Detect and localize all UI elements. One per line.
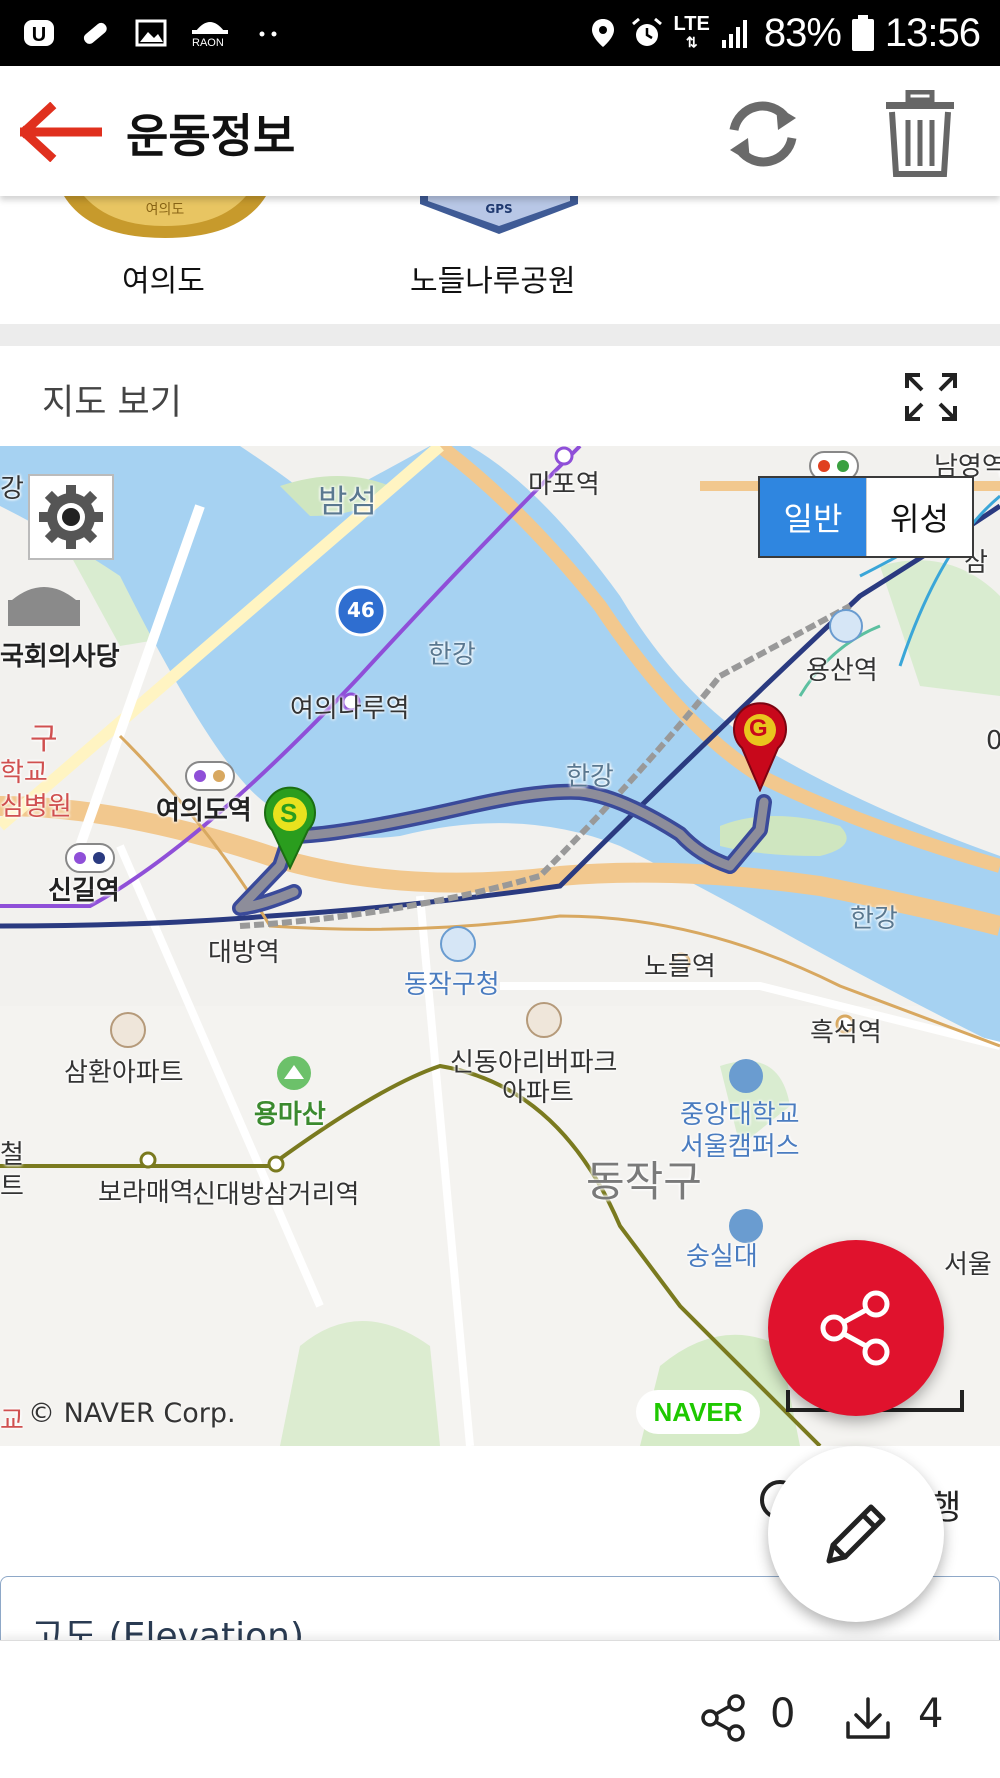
map-label-soongsil: 숭실대 <box>686 1242 758 1272</box>
map-label-mapo-station: 마포역 <box>528 470 600 500</box>
nodeul-park-shield-icon[interactable]: GPS <box>418 196 580 236</box>
naver-logo: NAVER <box>636 1390 760 1434</box>
gear-icon <box>39 485 103 549</box>
yeouido-medal-icon[interactable]: 여의도 <box>60 196 270 238</box>
map-label-samhwan-apt: 삼환아파트 <box>64 1058 184 1088</box>
map-type-toggle: 일반 위성 <box>758 476 974 558</box>
start-marker-label: S <box>280 798 298 828</box>
map-label-singil-station: 신길역 <box>48 876 120 906</box>
location-icon <box>591 19 614 47</box>
map-label-yeouido-station: 여의도역 <box>156 796 252 826</box>
edit-fab[interactable] <box>768 1446 944 1622</box>
map-label-sindong-apt-2: 아파트 <box>502 1078 574 1108</box>
badge-row: 여의도 여의도 GPS 노들나루공원 <box>0 196 1000 322</box>
map-label-yongmasan: 용마산 <box>254 1100 326 1130</box>
map-label-edge-o: 0 <box>986 726 1000 756</box>
map-label-yongsan-station: 용산역 <box>806 656 878 686</box>
app-bar: 운동정보 <box>0 66 1000 196</box>
battery-percent: 83% <box>763 10 842 55</box>
back-arrow-icon[interactable] <box>20 102 102 162</box>
map-label-bamseom: 밤섬 <box>318 482 377 520</box>
bandage-icon <box>83 22 107 44</box>
raon-icon: RAON <box>190 13 230 53</box>
badge-label-yeouido: 여의도 <box>122 264 205 299</box>
map-label-sindaebang-station: 신대방삼거리역 <box>192 1180 360 1210</box>
share-icon <box>820 1290 890 1366</box>
start-marker[interactable]: S <box>262 786 318 871</box>
u-plus-icon: U <box>24 20 54 46</box>
download-icon[interactable] <box>844 1693 892 1743</box>
trash-icon[interactable] <box>884 90 956 178</box>
map-label-edge-teu: 트 <box>0 1172 24 1202</box>
page-title: 운동정보 <box>126 109 296 163</box>
battery-icon <box>851 15 874 51</box>
pencil-icon <box>826 1504 886 1564</box>
map-label-hangang-2: 한강 <box>566 762 614 792</box>
map-label-edge-hakgyo: 학교 <box>0 758 48 788</box>
map-label-edge-gyo: 교 <box>0 1406 24 1436</box>
more-dots-icon <box>259 31 277 37</box>
svg-text:여의도: 여의도 <box>146 202 185 218</box>
map-label-hangang-1: 한강 <box>428 640 476 670</box>
fullscreen-icon[interactable] <box>904 372 958 422</box>
map-section-header: 지도 보기 <box>0 346 1000 446</box>
status-bar: U RAON LTE ⇅ 83% 13:56 <box>0 0 1000 66</box>
map-type-normal-button[interactable]: 일반 <box>760 478 866 556</box>
map-section-title: 지도 보기 <box>42 383 182 423</box>
map-label-edge-byeongwon: 심병원 <box>0 792 72 822</box>
goal-marker-label: G <box>749 715 768 742</box>
map-label-daebang-station: 대방역 <box>208 938 280 968</box>
refresh-icon[interactable] <box>720 96 806 172</box>
gallery-icon <box>135 19 167 47</box>
map-label-hangang-3: 한강 <box>850 904 898 934</box>
share-count-icon[interactable] <box>700 1693 746 1743</box>
share-fab[interactable] <box>768 1240 944 1416</box>
lte-icon: LTE ⇅ <box>673 13 710 50</box>
svg-text:GPS: GPS <box>485 202 512 216</box>
map-type-satellite-button[interactable]: 위성 <box>866 478 972 556</box>
map-label-seoul: 서울 <box>944 1250 992 1280</box>
map-label-dongjak-gu: 동작구 <box>586 1157 702 1206</box>
map-label-edge-gang: 강 <box>0 474 24 504</box>
map-label-heukseok-station: 흑석역 <box>810 1018 882 1048</box>
section-divider <box>0 324 1000 346</box>
map-label-dongjak-office: 동작구청 <box>404 970 500 1000</box>
signal-icon <box>721 20 747 48</box>
svg-text:U: U <box>32 24 46 46</box>
share-count: 0 <box>770 1691 796 1737</box>
map-label-boramae-station: 보라매역 <box>98 1178 194 1208</box>
map-label-nodeul-station: 노들역 <box>644 952 716 982</box>
alarm-icon <box>631 17 662 46</box>
clock: 13:56 <box>884 10 981 55</box>
bottom-action-bar: 0 4 <box>0 1640 1000 1778</box>
screen: U RAON LTE ⇅ 83% 13:56 운동정보 여의도 여의도 GPS … <box>0 0 1000 1778</box>
map-settings-button[interactable] <box>28 474 114 560</box>
map-label-national-assembly: 국회의사당 <box>0 642 120 672</box>
map-label-yeouinaru-station: 여의나루역 <box>290 694 410 724</box>
badge-label-nodeul-park: 노들나루공원 <box>410 264 576 299</box>
goal-marker[interactable]: G <box>732 702 788 793</box>
raon-label: RAON <box>192 37 224 49</box>
download-count: 4 <box>918 1691 944 1737</box>
route-number-label: 46 <box>347 598 375 622</box>
map-copyright: © NAVER Corp. <box>28 1398 236 1429</box>
